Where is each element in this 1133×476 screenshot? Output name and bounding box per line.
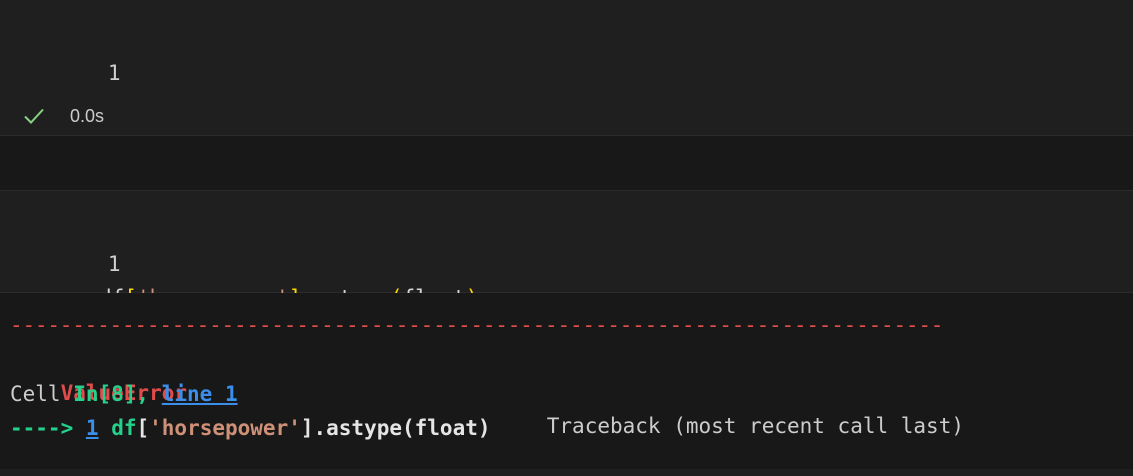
cell-prefix: Cell bbox=[10, 382, 74, 406]
code-cell-1[interactable]: 1 df_hp = df 2 df_hp['horsepower'] = df_… bbox=[0, 0, 1133, 153]
traceback-cell-ref: Cell In[8], line 1 bbox=[10, 378, 238, 411]
cell-input-ref: In[8], bbox=[73, 382, 162, 406]
code-line[interactable]: 2 df_hp['horsepower'] = df_hp['horsepowe… bbox=[0, 56, 870, 153]
traceback-label: Traceback (most recent call last) bbox=[546, 414, 964, 438]
traceback-line-number-link[interactable]: 1 bbox=[86, 416, 99, 440]
line-number: 1 bbox=[107, 252, 121, 276]
execution-time: 0.0s bbox=[70, 106, 105, 126]
traceback-code: df['horsepower'].astype(float) bbox=[111, 416, 491, 440]
cell-separator bbox=[0, 136, 1133, 191]
traceback-code-line: ----> 1 df['horsepower'].astype(float) bbox=[10, 412, 491, 445]
code-line[interactable]: 1 df_hp = df bbox=[0, 22, 225, 119]
cell-status-bar bbox=[0, 97, 1133, 136]
traceback-separator: ----------------------------------------… bbox=[10, 313, 944, 337]
line-link[interactable]: line 1 bbox=[162, 382, 238, 406]
traceback-arrow: ----> bbox=[10, 416, 74, 440]
check-icon bbox=[24, 108, 44, 124]
code-cell-2[interactable]: 1 df['horsepower'].astype(float) bbox=[0, 191, 1133, 310]
line-number: 1 bbox=[107, 61, 121, 85]
traceback-header: ValueError Traceback (most recent call l… bbox=[10, 344, 1050, 438]
cell-output: ----------------------------------------… bbox=[0, 293, 1133, 469]
code-line[interactable]: 1 df['horsepower'].astype(float) bbox=[0, 213, 478, 310]
